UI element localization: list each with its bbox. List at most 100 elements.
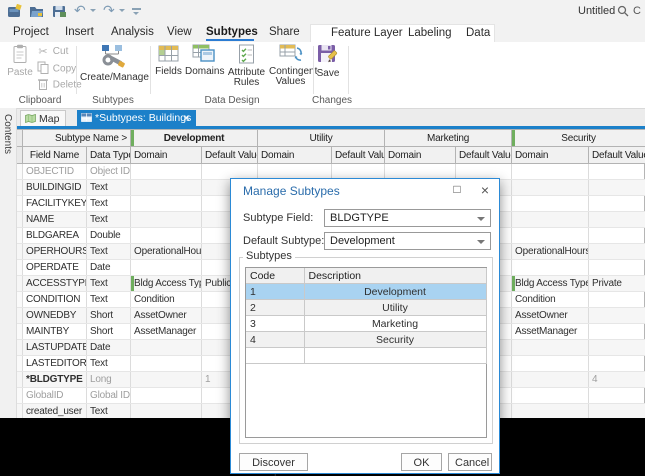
- security-domain-cell[interactable]: OperationalHours: [512, 244, 589, 260]
- field-name-cell[interactable]: MAINTBY: [23, 324, 87, 340]
- code-cell[interactable]: 4: [246, 332, 304, 348]
- security-default-cell[interactable]: [589, 308, 645, 324]
- discover-codes-button[interactable]: Discover codes: [239, 453, 308, 471]
- field-name-cell[interactable]: *BLDGTYPE: [23, 372, 87, 388]
- development-domain-cell[interactable]: [131, 372, 202, 388]
- security-domain-cell[interactable]: AssetOwner: [512, 308, 589, 324]
- development-domain-cell[interactable]: AssetOwner: [131, 308, 202, 324]
- search-icon[interactable]: [617, 5, 629, 17]
- security-domain-cell[interactable]: [512, 340, 589, 356]
- subtype-code-row[interactable]: 3Marketing: [246, 316, 486, 332]
- delete-button[interactable]: Delete: [36, 77, 82, 92]
- security-default-cell[interactable]: [589, 292, 645, 308]
- development-domain-cell[interactable]: AssetManager: [131, 324, 202, 340]
- domain-column-header[interactable]: Domain: [131, 147, 202, 164]
- cut-button[interactable]: ✂ Cut: [36, 45, 68, 60]
- fields-button[interactable]: Fields: [153, 44, 184, 77]
- code-cell[interactable]: 1: [246, 284, 304, 300]
- tab-insert[interactable]: Insert: [65, 26, 94, 38]
- security-domain-cell[interactable]: [512, 228, 589, 244]
- subtype-group-header[interactable]: Security: [512, 130, 645, 147]
- doc-tab-map[interactable]: Map: [20, 110, 66, 127]
- development-domain-cell[interactable]: [131, 196, 202, 212]
- data-type-cell[interactable]: Text: [87, 292, 131, 308]
- data-type-cell[interactable]: Short: [87, 308, 131, 324]
- attribute-rules-button[interactable]: Attribute Rules: [225, 44, 268, 88]
- ok-button[interactable]: OK: [401, 453, 442, 471]
- security-default-cell[interactable]: [589, 164, 645, 180]
- development-domain-cell[interactable]: [131, 212, 202, 228]
- security-default-cell[interactable]: 4: [589, 372, 645, 388]
- field-name-cell[interactable]: BUILDINGID: [23, 180, 87, 196]
- default-value-column-header[interactable]: Default Value: [589, 147, 645, 164]
- paste-button[interactable]: Paste: [5, 44, 35, 78]
- security-default-cell[interactable]: [589, 180, 645, 196]
- field-name-cell[interactable]: OWNEDBY: [23, 308, 87, 324]
- security-default-cell[interactable]: [589, 340, 645, 356]
- data-type-cell[interactable]: Date: [87, 340, 131, 356]
- subtype-name-header[interactable]: Subtype Name >: [23, 130, 131, 147]
- description-cell[interactable]: Utility: [304, 300, 486, 316]
- redo-button[interactable]: ↷: [103, 2, 115, 19]
- security-domain-cell[interactable]: Bldg Access Type: [512, 276, 589, 292]
- data-type-cell[interactable]: Long: [87, 372, 131, 388]
- security-domain-cell[interactable]: [512, 196, 589, 212]
- data-type-cell[interactable]: Text: [87, 356, 131, 372]
- tab-view[interactable]: View: [167, 26, 192, 38]
- subtype-code-row[interactable]: [246, 348, 486, 364]
- undo-dropdown-icon[interactable]: [90, 9, 96, 15]
- tab-data[interactable]: Data: [466, 27, 490, 39]
- description-column-header[interactable]: Description: [304, 268, 486, 284]
- description-cell[interactable]: Development: [304, 284, 486, 300]
- subtype-field-combobox[interactable]: BLDGTYPE: [324, 209, 491, 227]
- default-value-column-header[interactable]: Default Value: [202, 147, 258, 164]
- create-manage-button[interactable]: Create/Manage: [80, 44, 146, 83]
- description-cell[interactable]: Marketing: [304, 316, 486, 332]
- description-cell[interactable]: [304, 348, 486, 364]
- security-default-cell[interactable]: [589, 324, 645, 340]
- security-default-cell[interactable]: Private: [589, 276, 645, 292]
- save-project-icon[interactable]: [52, 4, 67, 18]
- development-domain-cell[interactable]: [131, 164, 202, 180]
- data-type-cell[interactable]: Text: [87, 244, 131, 260]
- security-default-cell[interactable]: [589, 388, 645, 404]
- field-name-cell[interactable]: OBJECTID: [23, 164, 87, 180]
- field-name-column-header[interactable]: Field Name: [23, 147, 87, 164]
- field-name-cell[interactable]: NAME: [23, 212, 87, 228]
- default-value-column-header[interactable]: Default Value: [332, 147, 385, 164]
- security-domain-cell[interactable]: Condition: [512, 292, 589, 308]
- command-search-label[interactable]: C: [633, 5, 641, 17]
- data-type-cell[interactable]: Double: [87, 228, 131, 244]
- doc-tab-subtypes-buildings[interactable]: *Subtypes: Buildings ×: [77, 110, 196, 127]
- development-domain-cell[interactable]: OperationalHours: [131, 244, 202, 260]
- data-type-cell[interactable]: Text: [87, 180, 131, 196]
- contents-pane-tab[interactable]: Contents: [0, 108, 17, 418]
- security-default-cell[interactable]: [589, 228, 645, 244]
- open-project-icon[interactable]: [29, 4, 44, 18]
- subtype-code-row[interactable]: 1Development: [246, 284, 486, 300]
- subtype-group-header[interactable]: Marketing: [385, 130, 512, 147]
- data-type-cell[interactable]: Global ID: [87, 388, 131, 404]
- subtype-group-header[interactable]: Utility: [258, 130, 385, 147]
- default-value-column-header[interactable]: Default Value: [456, 147, 512, 164]
- save-button[interactable]: Save: [314, 44, 342, 79]
- domain-column-header[interactable]: Domain: [512, 147, 589, 164]
- tab-project[interactable]: Project: [13, 26, 49, 38]
- field-name-cell[interactable]: LASTEDITOR: [23, 356, 87, 372]
- security-domain-cell[interactable]: [512, 356, 589, 372]
- development-domain-cell[interactable]: [131, 340, 202, 356]
- subtype-code-row[interactable]: 4Security: [246, 332, 486, 348]
- security-domain-cell[interactable]: [512, 164, 589, 180]
- contingent-values-button[interactable]: Contingent Values: [269, 44, 312, 87]
- domain-column-header[interactable]: Domain: [258, 147, 332, 164]
- security-default-cell[interactable]: [589, 260, 645, 276]
- domain-column-header[interactable]: Domain: [385, 147, 456, 164]
- domains-button[interactable]: Domains: [185, 44, 223, 77]
- security-domain-cell[interactable]: [512, 372, 589, 388]
- code-cell[interactable]: [246, 348, 304, 364]
- field-name-cell[interactable]: OPERHOURS: [23, 244, 87, 260]
- data-type-column-header[interactable]: Data Type: [87, 147, 131, 164]
- security-default-cell[interactable]: [589, 196, 645, 212]
- field-name-cell[interactable]: CONDITION: [23, 292, 87, 308]
- subtype-code-row[interactable]: 2Utility: [246, 300, 486, 316]
